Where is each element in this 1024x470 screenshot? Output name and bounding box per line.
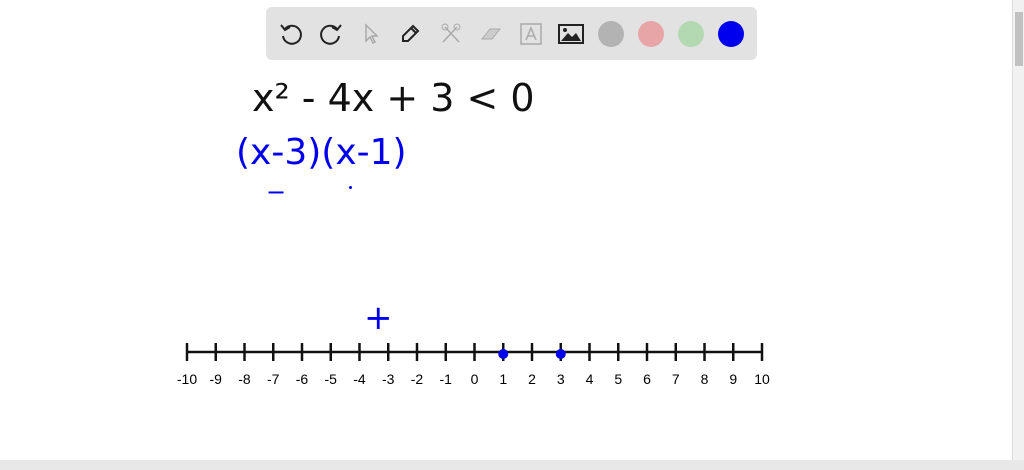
critical-point: [498, 349, 509, 359]
horizontal-scrollbar[interactable]: [0, 460, 1024, 470]
tick-label: -10: [177, 371, 197, 387]
critical-point: [555, 349, 566, 359]
tick-label: -8: [238, 371, 251, 387]
tick-label: 9: [729, 371, 737, 387]
tick-label: -6: [296, 371, 309, 387]
tick-label: 4: [586, 371, 594, 387]
tick-label: -4: [353, 371, 366, 387]
tick-label: 8: [701, 371, 709, 387]
tick-label: 3: [557, 371, 565, 387]
tick-label: 6: [643, 371, 651, 387]
tick-label: 2: [528, 371, 536, 387]
tick-label: -2: [411, 371, 424, 387]
tick-label: 7: [672, 371, 680, 387]
tick-label: 5: [614, 371, 622, 387]
tick-label: -3: [382, 371, 395, 387]
tick-label: -7: [267, 371, 280, 387]
tick-label: 0: [471, 371, 479, 387]
number-line: -10 -9 -8 -7 -6 -5 -4 -3 -2 -1 0 1 2 3 4 5 6 7 8 9 10: [177, 343, 770, 387]
scroll-thumb[interactable]: [1015, 12, 1023, 66]
tick-label: 1: [499, 371, 507, 387]
tick-label: -5: [325, 371, 338, 387]
vertical-scrollbar[interactable]: [1012, 0, 1024, 460]
tick-label: -9: [210, 371, 223, 387]
tick-label: -1: [440, 371, 453, 387]
tick-label: 10: [754, 371, 770, 387]
